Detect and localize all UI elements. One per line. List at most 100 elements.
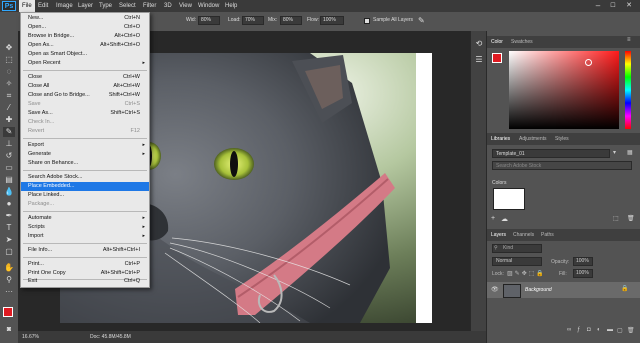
brush-tool-icon[interactable]: ✎ [3, 127, 15, 137]
zoom-level[interactable]: 16.67% [22, 334, 39, 340]
load-field[interactable]: 70% [242, 16, 264, 25]
lasso-tool-icon[interactable]: ◌ [3, 67, 15, 77]
menu-item-place-embedded[interactable]: Place Embedded... [21, 182, 149, 191]
rectangle-tool-icon[interactable]: ▢ [3, 247, 15, 257]
grid-view-icon[interactable]: ▦ [627, 149, 633, 156]
lock-options-icon[interactable]: ▨✎✥⬚🔒 [507, 270, 546, 277]
minimize-icon[interactable]: – [592, 0, 604, 12]
mix-field[interactable]: 80% [280, 16, 302, 25]
menu-item-open-recent[interactable]: Open Recent ▸ [21, 59, 149, 68]
menu-item-close[interactable]: Close Ctrl+W [21, 73, 149, 82]
sample-all-checkbox[interactable] [364, 18, 370, 24]
new-layer-icon[interactable]: ▢ [617, 327, 623, 334]
menu-item-place-linked[interactable]: Place Linked... [21, 191, 149, 200]
menu-item-open[interactable]: Open... Ctrl+O [21, 23, 149, 32]
menu-edit[interactable]: Edit [35, 0, 51, 12]
menu-item-package[interactable]: Package... [21, 200, 149, 209]
menu-item-exit[interactable]: Exit Ctrl+Q [21, 277, 149, 286]
menu-filter[interactable]: Filter [140, 0, 159, 12]
menu-window[interactable]: Window [195, 0, 222, 12]
tab-styles[interactable]: Styles [555, 134, 569, 144]
menu-help[interactable]: Help [222, 0, 240, 12]
eraser-tool-icon[interactable]: ▭ [3, 163, 15, 173]
menu-item-share-on-behance[interactable]: Share on Behance... [21, 159, 149, 168]
flow-field[interactable]: 100% [320, 16, 344, 25]
menu-item-automate[interactable]: Automate ▸ [21, 214, 149, 223]
menu-item-scripts[interactable]: Scripts ▸ [21, 223, 149, 232]
quick-select-tool-icon[interactable]: ✧ [3, 79, 15, 89]
tab-color[interactable]: Color [491, 37, 503, 47]
menu-item-save[interactable]: Save Ctrl+S [21, 100, 149, 109]
wid-field[interactable]: 80% [198, 16, 220, 25]
chevron-down-icon[interactable]: ▾ [613, 149, 616, 156]
colors-group-label[interactable]: Colors [492, 180, 506, 186]
dodge-tool-icon[interactable]: ● [3, 199, 15, 209]
tab-swatches[interactable]: Swatches [511, 37, 533, 47]
menu-item-print[interactable]: Print... Ctrl+P [21, 260, 149, 269]
link-layers-icon[interactable]: ∞ [567, 327, 571, 333]
menu-item-save-as[interactable]: Save As... Shift+Ctrl+S [21, 109, 149, 118]
move-tool-icon[interactable]: ✥ [3, 43, 15, 53]
menu-layer[interactable]: Layer [75, 0, 96, 12]
foreground-color-chip[interactable] [492, 53, 502, 63]
delete-layer-icon[interactable]: 🗑 [627, 327, 635, 334]
layer-kind-filter[interactable]: Kind [492, 244, 542, 253]
foreground-color-swatch[interactable] [3, 307, 13, 317]
fill-field[interactable]: 100% [573, 269, 593, 278]
properties-panel-icon[interactable]: ☰ [474, 55, 484, 65]
blur-tool-icon[interactable]: 💧 [3, 187, 15, 197]
tab-libraries[interactable]: Libraries [491, 134, 510, 144]
library-select[interactable]: Template_01 [492, 149, 610, 158]
history-panel-icon[interactable]: ⟲ [474, 39, 484, 49]
menu-item-file-info[interactable]: File Info... Alt+Shift+Ctrl+I [21, 246, 149, 255]
adjustment-layer-icon[interactable]: ◐ [597, 327, 601, 333]
more-tools-icon[interactable]: ··· [3, 287, 15, 297]
history-brush-tool-icon[interactable]: ↺ [3, 151, 15, 161]
hand-tool-icon[interactable]: ✋ [3, 263, 15, 273]
menu-item-browse-in-bridge[interactable]: Browse in Bridge... Alt+Ctrl+O [21, 32, 149, 41]
gradient-tool-icon[interactable]: ▤ [3, 175, 15, 185]
maximize-icon[interactable]: ☐ [607, 0, 619, 12]
menu-item-check-in[interactable]: Check In... [21, 118, 149, 127]
fx-icon[interactable]: ƒ [577, 327, 580, 333]
color-field[interactable] [509, 51, 619, 129]
menu-image[interactable]: Image [53, 0, 76, 12]
menu-3d[interactable]: 3D [161, 0, 175, 12]
menu-item-export[interactable]: Export ▸ [21, 141, 149, 150]
tab-layers[interactable]: Layers [491, 230, 506, 240]
menu-file[interactable]: File [19, 0, 35, 12]
library-color-swatch[interactable] [493, 188, 525, 210]
menu-type[interactable]: Type [96, 0, 115, 12]
cloud-icon[interactable]: ☁ [501, 215, 508, 223]
healing-tool-icon[interactable]: ✚ [3, 115, 15, 125]
close-icon[interactable]: ✕ [623, 0, 635, 12]
mask-icon[interactable]: ◘ [587, 327, 591, 333]
folder-icon[interactable]: ▬ [607, 327, 613, 333]
blend-mode-select[interactable]: Normal [492, 257, 542, 266]
menu-item-new[interactable]: New... Ctrl+N [21, 14, 149, 23]
crop-tool-icon[interactable]: ⌗ [3, 91, 15, 101]
clone-stamp-tool-icon[interactable]: ⊥ [3, 139, 15, 149]
quick-mask-icon[interactable]: ◙ [3, 325, 15, 335]
path-select-tool-icon[interactable]: ➤ [3, 235, 15, 245]
library-stock-icon[interactable]: ⬚ [613, 215, 619, 222]
tab-adjustments[interactable]: Adjustments [519, 134, 547, 144]
stock-search-input[interactable]: Search Adobe Stock [492, 161, 632, 170]
menu-item-generate[interactable]: Generate ▸ [21, 150, 149, 159]
tab-channels[interactable]: Channels [513, 230, 534, 240]
panel-menu-icon[interactable]: ≡ [627, 37, 631, 43]
menu-item-import[interactable]: Import ▸ [21, 232, 149, 241]
menu-item-close-and-go-to-bridge[interactable]: Close and Go to Bridge... Shift+Ctrl+W [21, 91, 149, 100]
menu-item-open-as-smart-object[interactable]: Open as Smart Object... [21, 50, 149, 59]
brush-settings-icon[interactable]: ✎ [418, 16, 428, 26]
layer-row-background[interactable]: 👁 Background 🔒 [487, 282, 640, 298]
menu-item-close-all[interactable]: Close All Alt+Ctrl+W [21, 82, 149, 91]
menu-item-open-as[interactable]: Open As... Alt+Shift+Ctrl+O [21, 41, 149, 50]
trash-icon[interactable]: 🗑 [627, 215, 635, 222]
add-icon[interactable]: + [491, 215, 495, 222]
menu-select[interactable]: Select [116, 0, 139, 12]
tab-paths[interactable]: Paths [541, 230, 554, 240]
menu-item-search-adobe-stock[interactable]: Search Adobe Stock... [21, 173, 149, 182]
eye-icon[interactable]: 👁 [491, 286, 499, 293]
layer-name[interactable]: Background [525, 287, 552, 293]
